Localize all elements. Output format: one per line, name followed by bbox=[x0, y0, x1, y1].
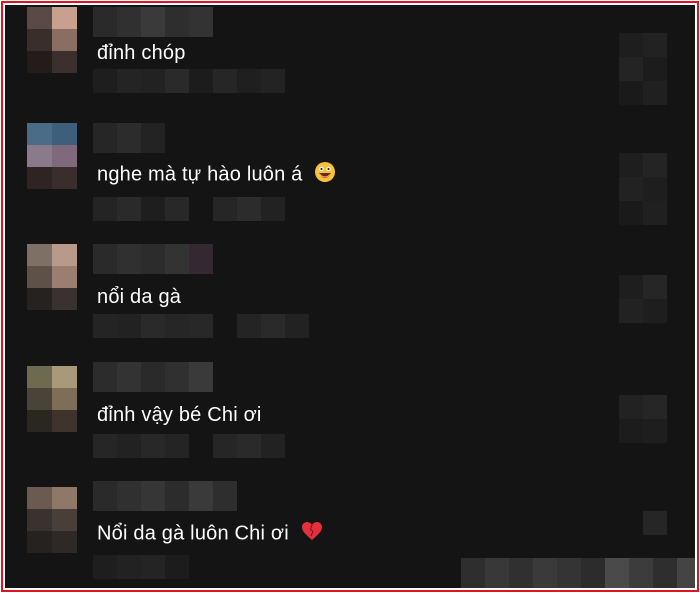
avatar[interactable] bbox=[27, 244, 77, 310]
screenshot-frame: đỉnh chóp nghe mà tự hào luôn á nổi da g… bbox=[1, 1, 699, 592]
like-count[interactable] bbox=[619, 275, 667, 323]
like-count[interactable] bbox=[619, 511, 667, 535]
comment-text: đỉnh chóp bbox=[97, 42, 186, 64]
comment-text-label: Nổi da gà luôn Chi ơi bbox=[97, 522, 289, 545]
author-name[interactable] bbox=[93, 362, 213, 392]
author-name[interactable] bbox=[93, 123, 165, 153]
heart-icon bbox=[301, 521, 323, 547]
avatar[interactable] bbox=[27, 366, 77, 432]
comment-meta[interactable] bbox=[93, 314, 309, 338]
avatar[interactable] bbox=[27, 7, 77, 73]
comment-item: nổi da gà bbox=[5, 242, 695, 360]
comment-text-label: nghe mà tự hào luôn á bbox=[97, 163, 303, 186]
comment-text: nghe mà tự hào luôn á bbox=[97, 161, 336, 189]
avatar[interactable] bbox=[27, 487, 77, 553]
author-name[interactable] bbox=[93, 7, 213, 37]
comment-meta[interactable] bbox=[93, 434, 285, 458]
author-name[interactable] bbox=[93, 481, 237, 511]
comment-list: đỉnh chóp nghe mà tự hào luôn á nổi da g… bbox=[5, 5, 695, 588]
author-name[interactable] bbox=[93, 244, 213, 274]
comment-text: đỉnh vậy bé Chi ơi bbox=[97, 404, 262, 426]
grinning-face-icon bbox=[314, 161, 336, 189]
like-count[interactable] bbox=[619, 153, 667, 225]
like-count[interactable] bbox=[619, 395, 667, 443]
comment-item: nghe mà tự hào luôn á bbox=[5, 123, 695, 241]
comment-text: nổi da gà bbox=[97, 286, 182, 308]
comment-meta[interactable] bbox=[93, 69, 285, 93]
comment-item: đỉnh chóp bbox=[5, 5, 695, 123]
avatar[interactable] bbox=[27, 123, 77, 189]
comment-item: đỉnh vậy bé Chi ơi bbox=[5, 360, 695, 478]
comment-input-bar[interactable] bbox=[461, 558, 695, 588]
like-count[interactable] bbox=[619, 33, 667, 105]
comment-meta[interactable] bbox=[93, 197, 285, 221]
comment-text: Nổi da gà luôn Chi ơi bbox=[97, 521, 323, 547]
comment-meta[interactable] bbox=[93, 555, 189, 579]
